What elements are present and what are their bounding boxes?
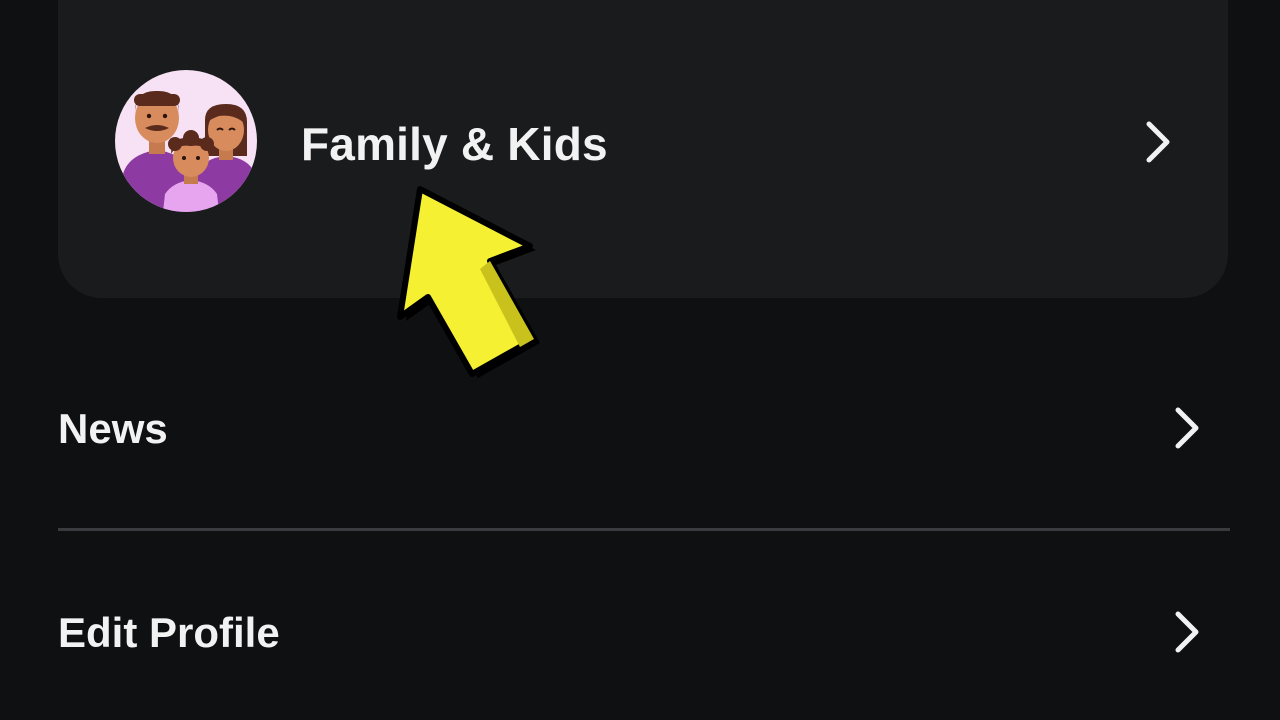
chevron-right-icon (1172, 406, 1202, 450)
news-label: News (58, 405, 168, 452)
chevron-right-icon (1143, 120, 1173, 164)
chevron-right-icon (1172, 610, 1202, 654)
family-kids-label: Family & Kids (301, 118, 608, 170)
family-kids-row[interactable]: Family & Kids (58, 0, 1228, 290)
row-divider (58, 528, 1230, 531)
family-avatar-icon (115, 70, 257, 212)
news-row[interactable]: News (0, 380, 1280, 490)
settings-screen: Family & Kids News Edit Profile (0, 0, 1280, 720)
edit-profile-label: Edit Profile (58, 609, 280, 656)
edit-profile-row[interactable]: Edit Profile (0, 582, 1280, 692)
